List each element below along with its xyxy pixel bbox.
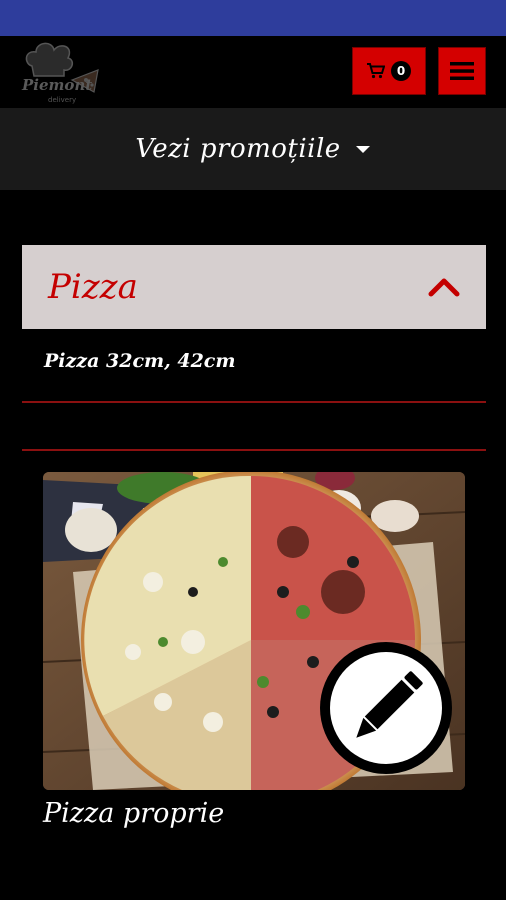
svg-text:Piemont: Piemont <box>21 76 92 94</box>
divider <box>22 401 486 403</box>
caret-down-icon <box>355 146 370 153</box>
svg-text:delivery: delivery <box>48 96 76 104</box>
cart-button[interactable]: 0 <box>352 47 426 95</box>
category-subtitle: Pizza 32cm, 42cm <box>44 350 236 372</box>
status-bar <box>0 0 506 36</box>
cart-count-badge: 0 <box>391 61 411 81</box>
category-accordion-header[interactable]: Pizza <box>22 245 486 329</box>
app-header: Piemont delivery 0 <box>0 36 506 108</box>
chef-hat-logo-icon: Piemont delivery <box>21 42 99 104</box>
promotions-dropdown[interactable]: Vezi promoțiile <box>0 108 506 190</box>
category-title: Pizza <box>48 267 138 307</box>
promotions-label: Vezi promoțiile <box>135 134 341 164</box>
cart-icon <box>367 63 385 79</box>
edit-product-button[interactable] <box>318 640 454 776</box>
product-name: Pizza proprie <box>43 798 225 829</box>
hamburger-menu-icon <box>450 62 474 80</box>
menu-button[interactable] <box>438 47 486 95</box>
logo[interactable]: Piemont delivery <box>20 40 102 104</box>
divider <box>22 449 486 451</box>
product-image[interactable] <box>43 472 465 790</box>
product-card[interactable]: Pizza proprie <box>43 472 465 829</box>
pencil-edit-icon <box>320 642 452 774</box>
chevron-up-icon <box>428 278 460 297</box>
